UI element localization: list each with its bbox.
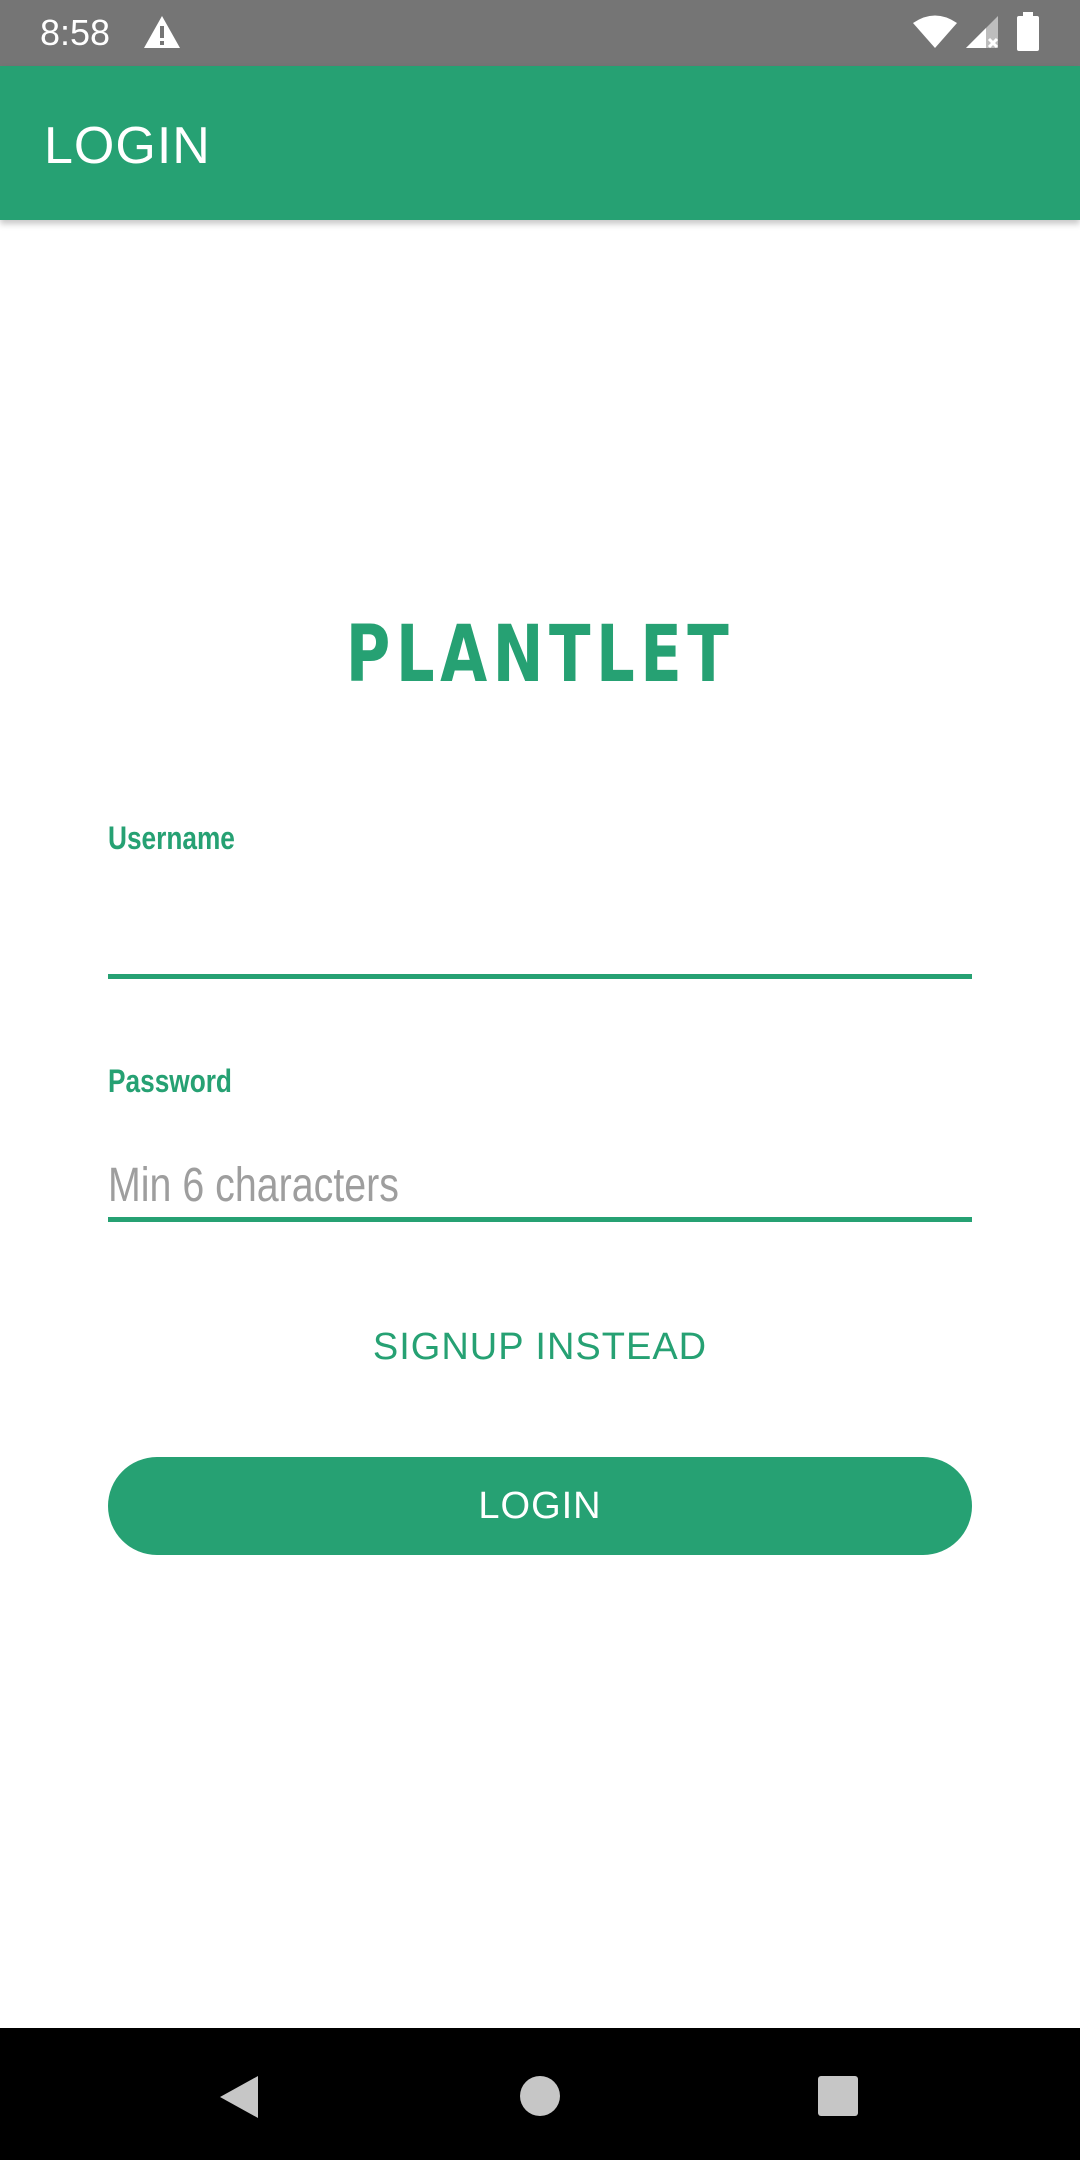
back-icon[interactable] — [218, 2074, 260, 2120]
page-title: LOGIN — [44, 117, 211, 175]
signal-icon — [966, 16, 999, 49]
battery-icon — [1017, 12, 1039, 51]
username-input[interactable] — [108, 909, 972, 979]
login-button[interactable]: LOGIN — [108, 1457, 972, 1555]
password-label: Password — [108, 1063, 232, 1099]
status-bar: 8:58 — [0, 0, 1080, 66]
wifi-icon — [913, 15, 957, 48]
home-icon[interactable] — [520, 2076, 560, 2116]
password-input[interactable] — [108, 1152, 972, 1222]
app-bar: LOGIN — [0, 66, 1080, 220]
username-label: Username — [108, 820, 235, 856]
warning-icon — [144, 16, 180, 48]
signup-instead-link[interactable]: SIGNUP INSTEAD — [0, 1322, 1080, 1372]
recents-icon[interactable] — [818, 2076, 858, 2116]
navigation-bar — [0, 2028, 1080, 2160]
brand-title: PLANTLET — [345, 610, 735, 700]
status-time: 8:58 — [40, 12, 111, 53]
